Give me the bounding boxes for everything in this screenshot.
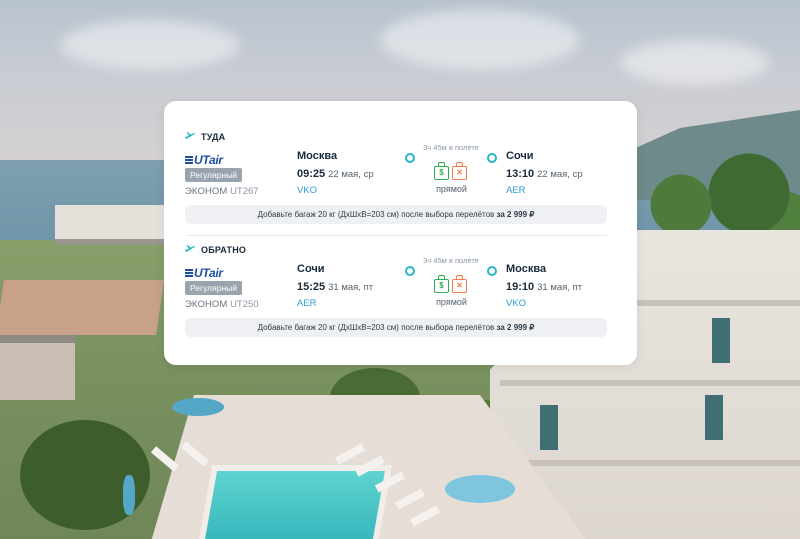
arrival-city: Москва: [506, 263, 547, 275]
flight-duration: 3ч 45м в полете: [419, 143, 483, 152]
cloud: [620, 40, 770, 85]
arrival-airport: AER: [506, 185, 526, 196]
hand-luggage-icon: $: [434, 275, 449, 293]
flight-number: UT250: [230, 299, 259, 310]
umbrella: [445, 475, 515, 503]
direction-label: ОБРАТНО: [201, 244, 247, 255]
cloud: [60, 20, 240, 70]
baggage-offer[interactable]: Добавьте багаж 20 кг (ДхШхВ=203 см) посл…: [185, 205, 607, 224]
arrival-airport: VKO: [506, 298, 527, 309]
departure-dot: [405, 266, 415, 276]
plane-icon: [185, 131, 196, 140]
hand-luggage-icon: $: [434, 162, 449, 180]
departure-date: 22 мая, ср: [328, 169, 374, 180]
departure-city: Москва: [297, 150, 338, 162]
departure-time: 09:25 22 мая, ср: [297, 168, 374, 180]
departure-city: Сочи: [297, 263, 325, 275]
fare-info: ЭКОНОМ UT267: [185, 186, 259, 197]
direction-label: ТУДА: [201, 131, 226, 142]
airline-logo: UTair: [185, 266, 223, 280]
departure-airport: VKO: [297, 185, 318, 196]
baggage-offer[interactable]: Добавьте багаж 20 кг (ДхШхВ=203 см) посл…: [185, 318, 607, 337]
stops-label: прямой: [436, 184, 467, 194]
plane-icon: [185, 244, 196, 253]
cloud: [380, 10, 580, 70]
flight-card[interactable]: ТУДА UTair Регулярный ЭКОНОМ UT267 Москв…: [164, 101, 637, 365]
balcony: [500, 380, 800, 386]
fare-info: ЭКОНОМ UT250: [185, 299, 259, 310]
umbrella: [172, 398, 224, 416]
departure-date: 31 мая, пт: [328, 282, 374, 293]
arrival-time: 19:10 31 мая, пт: [506, 281, 583, 293]
ticket-type-badge: Регулярный: [185, 168, 243, 182]
fare-class: ЭКОНОМ: [185, 299, 228, 310]
arrival-dot: [487, 266, 497, 276]
cabin: [0, 335, 75, 400]
umbrella: [123, 475, 135, 515]
door: [712, 318, 730, 363]
flight-number: UT267: [230, 186, 259, 197]
pool: [197, 465, 393, 539]
airline-logo: UTair: [185, 153, 223, 167]
ticket-type-badge: Регулярный: [185, 281, 243, 295]
departure-airport: AER: [297, 298, 317, 309]
outbound-direction: ТУДА: [185, 131, 225, 142]
balcony: [500, 460, 800, 466]
arrival-date: 22 мая, ср: [537, 169, 583, 180]
baggage-price: за 2 999 ₽: [496, 210, 535, 219]
sports-court: [0, 280, 164, 335]
door: [705, 395, 723, 440]
flight-duration: 3ч 45м в полете: [419, 256, 483, 265]
fare-class: ЭКОНОМ: [185, 186, 228, 197]
baggage-price: за 2 999 ₽: [496, 323, 535, 332]
door: [540, 405, 558, 450]
return-direction: ОБРАТНО: [185, 244, 246, 255]
departure-time: 15:25 31 мая, пт: [297, 281, 374, 293]
leg-divider: [186, 235, 607, 236]
no-baggage-icon: ✕: [452, 275, 467, 293]
building: [55, 205, 165, 245]
departure-dot: [405, 153, 415, 163]
stops-label: прямой: [436, 297, 467, 307]
arrival-dot: [487, 153, 497, 163]
arrival-city: Сочи: [506, 150, 534, 162]
arrival-time: 13:10 22 мая, ср: [506, 168, 583, 180]
arrival-date: 31 мая, пт: [537, 282, 583, 293]
no-baggage-icon: ✕: [452, 162, 467, 180]
